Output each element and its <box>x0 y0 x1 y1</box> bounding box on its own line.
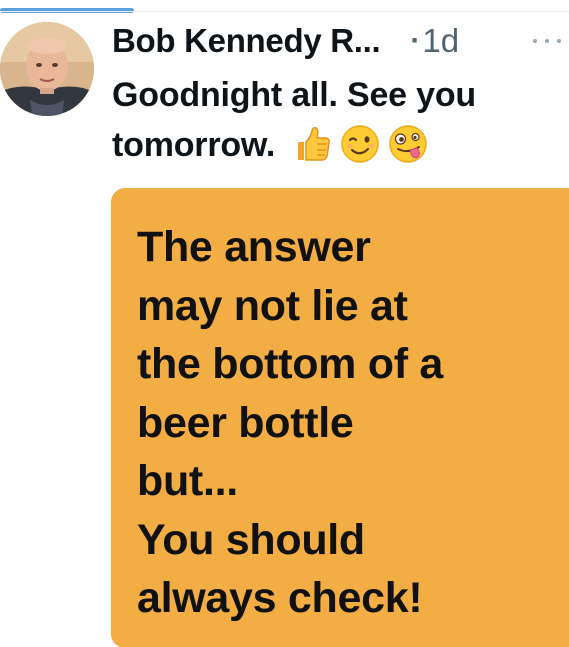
more-dot <box>557 39 561 43</box>
author-name[interactable]: Bob Kennedy R... <box>112 22 381 60</box>
tweet-header: Bob Kennedy R... · 1d <box>112 18 561 64</box>
media-text-line: may not lie at <box>137 281 408 330</box>
avatar-photo <box>0 22 94 116</box>
media-text-line: always check! <box>137 574 423 622</box>
media-image[interactable]: The answer may not lie at the bottom of … <box>111 188 569 647</box>
media-caption: The answer may not lie at the bottom of … <box>137 218 557 628</box>
media-text-line: the bottom of a <box>137 340 444 388</box>
media-text-line: You should <box>137 515 365 564</box>
media-text-line: The answer <box>137 223 371 271</box>
avatar[interactable] <box>0 22 94 116</box>
timestamp[interactable]: 1d <box>422 22 459 60</box>
tweet-text-block: Goodnight all. See you tomorrow. <box>112 70 562 170</box>
zany-face-icon <box>389 125 428 163</box>
media-text-line: beer bottle <box>137 398 354 447</box>
more-dot <box>533 39 537 43</box>
more-dot <box>545 39 549 43</box>
top-divider <box>0 11 569 12</box>
emoji-group <box>292 124 428 164</box>
media-text-line: but... <box>137 457 238 505</box>
more-options-icon[interactable] <box>533 31 561 51</box>
thumbs-up-icon <box>298 127 331 161</box>
tweet-screen: Bob Kennedy R... · 1d Goodnight all. See… <box>0 0 569 647</box>
winking-face-icon <box>341 125 380 163</box>
meta-separator: · <box>410 24 421 57</box>
